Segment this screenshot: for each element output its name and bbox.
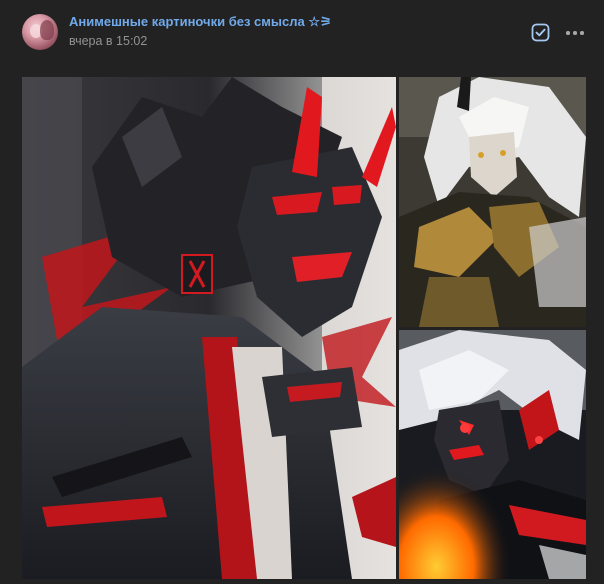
post-timestamp[interactable]: вчера в 15:02: [69, 34, 147, 48]
group-name-link[interactable]: Анимешные картиночки без смысла ☆⚞: [69, 14, 332, 30]
checkbox-check-icon[interactable]: [531, 23, 550, 42]
ellipsis-icon[interactable]: [565, 22, 585, 42]
wall-post: Анимешные картиночки без смысла ☆⚞ вчера…: [0, 0, 604, 584]
photo-horned-gold[interactable]: [399, 77, 586, 327]
group-avatar[interactable]: [22, 14, 58, 50]
photo-red-glow[interactable]: [399, 330, 586, 579]
photo-oni-mask[interactable]: [22, 77, 396, 579]
photo-gallery: [22, 77, 586, 579]
avatar-hair: [40, 20, 54, 40]
